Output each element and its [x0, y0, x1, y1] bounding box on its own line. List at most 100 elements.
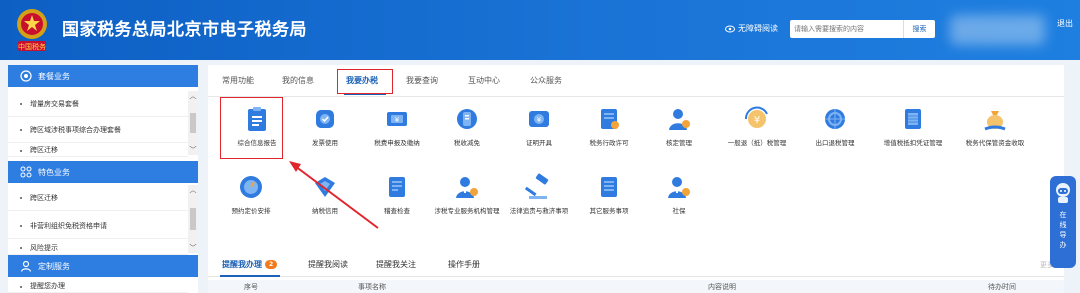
tab-common-functions[interactable]: 常用功能 [222, 75, 254, 86]
tab-public-services[interactable]: 公众服务 [530, 75, 562, 86]
admin-permit-icon [601, 109, 619, 129]
user-icon [20, 260, 32, 272]
function-tax-credit[interactable]: 纳税信用 [284, 173, 366, 233]
column-header: 待办时间 [988, 283, 1016, 291]
tax-reduction-icon [457, 109, 477, 129]
sidebar-item-label: 跨区迁移 [30, 193, 58, 202]
scroll-up-icon[interactable]: ︿ [190, 185, 197, 195]
inspection-icon [389, 177, 405, 197]
sidebar-section-title: 特色业务 [38, 167, 70, 177]
robot-avatar-icon [1056, 183, 1070, 203]
bullet-icon [20, 286, 22, 288]
tax-emblem-logo: 中国税务 [17, 9, 47, 51]
function-invoice-use[interactable]: 发票使用 [284, 105, 366, 165]
online-guide-widget[interactable]: 在线导办 [1050, 176, 1076, 268]
function-tax-reduction[interactable]: 税收减免 [426, 105, 508, 165]
social-security-icon [668, 177, 690, 198]
column-header: 事项名称 [358, 283, 386, 291]
sidebar-item-label: 跨区迁移 [30, 146, 58, 154]
function-export-refund[interactable]: 出口退税管理 [794, 105, 876, 165]
sidebar-scrollbar[interactable]: ︿ ﹀ [188, 91, 198, 155]
search-button[interactable]: 搜索 [903, 20, 935, 38]
function-assessment[interactable]: 核定管理 [638, 105, 720, 165]
bullet-icon [20, 224, 22, 227]
function-social-security[interactable]: 社保 [638, 173, 720, 233]
scroll-up-icon[interactable]: ︿ [190, 91, 197, 101]
main-panel: 常用功能 我的信息 我要办税 我要查询 互动中心 公众服务 综合信息报告 发票使… [208, 65, 1064, 293]
function-label: 纳税信用 [312, 207, 338, 215]
vat-voucher-icon [905, 109, 921, 129]
reminder-tabs: 提醒我办理 2 提醒我阅读 提醒我关注 操作手册 更多 [208, 253, 1064, 277]
tab-query[interactable]: 我要查询 [406, 75, 438, 86]
sidebar-item[interactable]: 风险提示 [8, 241, 188, 255]
scroll-down-icon[interactable]: ﹀ [190, 243, 197, 253]
highlight-box-function [220, 97, 283, 159]
sidebar-item[interactable]: 增量房交易套餐 [8, 91, 188, 117]
bullet-icon [20, 102, 22, 105]
function-vat-voucher[interactable]: 增值税抵扣凭证管理 [872, 105, 954, 165]
sidebar-scrollbar[interactable]: ︿ ﹀ [188, 185, 198, 253]
sidebar-item[interactable]: 非营利组织免税资格申请 [8, 213, 188, 239]
function-label: 税收减免 [454, 139, 480, 147]
sidebar-item[interactable]: 跨区域涉税事项综合办理套餐 [8, 117, 188, 143]
scroll-thumb[interactable] [190, 208, 196, 230]
scroll-thumb[interactable] [190, 113, 196, 133]
svg-text:¥: ¥ [537, 116, 542, 124]
sidebar: 套餐业务 增量房交易套餐 跨区域涉税事项综合办理套餐 跨区迁移 ︿ ﹀ 特色业务… [8, 65, 198, 293]
sidebar-section-package[interactable]: 套餐业务 [8, 65, 198, 87]
tab-remind-read[interactable]: 提醒我阅读 [308, 259, 348, 270]
gavel-icon [525, 173, 549, 199]
search-input[interactable] [790, 20, 903, 38]
sidebar-item[interactable]: 跨区迁移 [8, 185, 188, 211]
column-header: 内容说明 [708, 283, 736, 291]
tab-interaction[interactable]: 互动中心 [468, 75, 500, 86]
sidebar-item[interactable]: 跨区迁移 [8, 145, 188, 157]
function-label: 涉税专业服务机构管理 [434, 207, 500, 215]
tab-remind-handle[interactable]: 提醒我办理 2 [222, 259, 278, 270]
function-label: 一般退（抵）税管理 [727, 139, 787, 147]
invoice-icon [316, 110, 334, 128]
sidebar-item[interactable]: 提醒您办理 [8, 281, 188, 293]
bullet-icon [20, 128, 22, 131]
bullet-icon [20, 150, 22, 152]
active-tab-indicator [220, 275, 280, 277]
credit-icon [315, 177, 335, 197]
money-bag-icon [984, 111, 1006, 131]
eye-icon [725, 25, 735, 32]
bullet-icon [20, 196, 22, 199]
scroll-down-icon[interactable]: ﹀ [190, 145, 197, 155]
sidebar-item-label: 风险提示 [30, 243, 58, 252]
function-label: 社保 [672, 207, 686, 215]
logout-link[interactable]: 退出 [1057, 18, 1073, 29]
function-custody-funds[interactable]: 税务代保管资金收取 [954, 105, 1036, 165]
tab-remind-follow[interactable]: 提醒我关注 [376, 259, 416, 270]
function-agency-management[interactable]: 涉税专业服务机构管理 [426, 173, 508, 233]
tab-manual[interactable]: 操作手册 [448, 259, 480, 270]
sidebar-item-label: 非营利组织免税资格申请 [30, 221, 107, 230]
tab-my-info[interactable]: 我的信息 [282, 75, 314, 86]
site-title: 国家税务总局北京市电子税务局 [62, 20, 307, 40]
other-services-icon [601, 177, 617, 197]
accessibility-link[interactable]: 无障碍阅读 [725, 23, 778, 34]
sidebar-section-title: 定制服务 [38, 261, 70, 271]
tab-label: 提醒我办理 [222, 260, 262, 269]
header-bar: 中国税务 国家税务总局北京市电子税务局 无障碍阅读 搜索 退出 [0, 0, 1080, 60]
assessment-icon [669, 109, 690, 130]
table-header: 序号 事项名称 内容说明 待办时间 [208, 280, 1064, 293]
function-label: 税务代保管资金收取 [965, 139, 1025, 147]
svg-text:中国税务: 中国税务 [18, 42, 46, 51]
refund-icon: ¥ [744, 106, 768, 128]
bullet-icon [20, 246, 22, 249]
count-badge: 2 [265, 260, 278, 269]
function-advance-pricing[interactable]: 预约定价安排 [210, 173, 292, 233]
svg-text:¥: ¥ [754, 115, 760, 126]
sidebar-item-label: 提醒您办理 [30, 282, 65, 290]
function-label: 预约定价安排 [231, 207, 271, 215]
sidebar-section-featured[interactable]: 特色业务 [8, 161, 198, 183]
function-general-refund[interactable]: ¥ 一般退（抵）税管理 [716, 105, 798, 165]
blurred-user-info [950, 15, 1045, 45]
function-label: 增值税抵扣凭证管理 [883, 139, 943, 147]
svg-text:¥: ¥ [395, 116, 400, 124]
sidebar-item-label: 增量房交易套餐 [30, 99, 79, 108]
sidebar-section-custom[interactable]: 定制服务 [8, 255, 198, 277]
